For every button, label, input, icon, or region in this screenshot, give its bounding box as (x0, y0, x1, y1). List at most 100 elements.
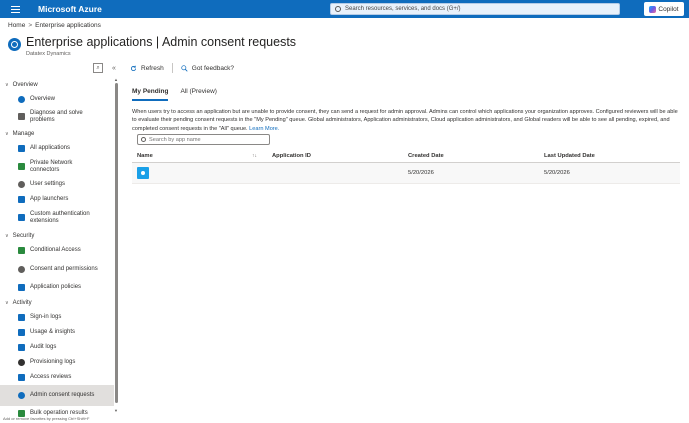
row-name-cell[interactable] (132, 167, 272, 179)
sidebar: ⌕ « ∨ Overview Overview Diagnose and solve … (0, 59, 120, 423)
sidebar-item[interactable]: Provisioning logs (0, 355, 114, 370)
sidebar-item-label: Admin consent requests (30, 392, 95, 398)
chevron-down-icon: ∨ (5, 81, 9, 88)
sidebar-item-label: App launchers (30, 196, 69, 202)
info-description: When users try to access an application … (132, 108, 680, 133)
sidebar-group-label: Security (12, 232, 35, 239)
sidebar-footer-hint: Add or remove favorites by pressing Ctrl… (3, 416, 90, 421)
sidebar-scrollbar[interactable]: ▲ ▼ (114, 77, 119, 415)
sidebar-item[interactable]: Audit logs (0, 340, 114, 355)
sort-icon[interactable]: ↑↓ (252, 153, 257, 159)
sidebar-item[interactable]: Sign-in logs (0, 310, 114, 325)
search-icon (141, 137, 146, 142)
scroll-up-icon[interactable]: ▲ (114, 77, 118, 82)
sidebar-item-label: Application policies (30, 284, 82, 290)
launcher-icon (18, 196, 25, 203)
breadcrumb-home[interactable]: Home (8, 22, 25, 29)
feedback-icon (181, 64, 188, 72)
collapse-sidebar-icon[interactable]: « (112, 65, 116, 72)
info-icon (18, 96, 25, 103)
sidebar-item-label: Diagnose and solve problems (30, 109, 83, 123)
shield-icon (18, 247, 25, 254)
search-icon (335, 6, 341, 12)
sidebar-item[interactable]: Private Network connectors (0, 156, 114, 177)
sidebar-item-label: Sign-in logs (30, 314, 62, 320)
breadcrumb-separator: > (28, 22, 33, 29)
review-icon (18, 374, 25, 381)
sidebar-group[interactable]: ∨ Manage (0, 126, 114, 141)
refresh-button[interactable]: Refresh (130, 65, 164, 72)
learn-more-link[interactable]: Learn More. (249, 126, 279, 132)
signin-icon (18, 314, 25, 321)
hamburger-menu-icon[interactable] (6, 0, 24, 18)
copilot-label: Copilot (658, 5, 679, 13)
sidebar-item[interactable]: User settings (0, 177, 114, 192)
sidebar-item-label: User settings (30, 181, 66, 187)
brand-name[interactable]: Microsoft Azure (38, 4, 102, 14)
page-title: Enterprise applications | Admin consent … (26, 35, 297, 49)
sidebar-item-label: Overview (30, 96, 56, 102)
sidebar-item-label: Custom authentication extensions (30, 210, 90, 224)
sidebar-group[interactable]: ∨ Security (0, 228, 114, 243)
table-row[interactable]: 5/20/2026 5/20/2026 (132, 163, 680, 184)
sidebar-item[interactable]: Overview (0, 92, 114, 107)
tab-my-pending[interactable]: My Pending (132, 88, 169, 101)
chevron-down-icon: ∨ (5, 232, 9, 239)
search-menu-icon[interactable]: ⌕ (93, 63, 103, 73)
sidebar-item[interactable]: Usage & insights (0, 325, 114, 340)
enterprise-app-icon (8, 38, 21, 51)
requests-table: Name ↑↓ Application ID Created Date Last… (132, 150, 680, 184)
top-bar: Microsoft Azure Search resources, servic… (0, 0, 689, 18)
scrollbar-thumb[interactable] (115, 83, 118, 403)
sidebar-item[interactable]: All applications (0, 141, 114, 156)
feedback-button[interactable]: Got feedback? (181, 65, 234, 72)
sidebar-group[interactable]: ∨ Overview (0, 77, 114, 92)
sidebar-item-label: All applications (30, 145, 71, 151)
tenant-name: Datatex Dynamics (26, 51, 71, 57)
sidebar-item[interactable]: App launchers (0, 192, 114, 207)
tab-all-preview[interactable]: All (Preview) (180, 88, 216, 101)
sidebar-group[interactable]: ∨ Activity (0, 295, 114, 310)
global-search-input[interactable]: Search resources, services, and docs (G+… (330, 3, 620, 15)
connector-icon (18, 163, 25, 170)
sidebar-item[interactable]: Admin consent requests (0, 385, 114, 406)
gear-icon (18, 181, 25, 188)
extension-icon (18, 214, 25, 221)
scroll-down-icon[interactable]: ▼ (114, 408, 118, 413)
sidebar-item-label: Conditional Access (30, 247, 81, 253)
enterprise-app-icon (18, 392, 25, 399)
breadcrumb: Home > Enterprise applications (8, 22, 101, 29)
toolbar-divider (171, 63, 173, 73)
sidebar-group-label: Activity (12, 299, 32, 306)
toolbar: Refresh Got feedback? (130, 63, 234, 73)
column-header-app-id: Application ID (272, 153, 311, 159)
column-name-label: Name (137, 153, 153, 159)
sidebar-item[interactable]: Consent and permissions (0, 258, 114, 280)
audit-icon (18, 344, 25, 351)
sidebar-item-label: Consent and permissions (30, 265, 98, 272)
tab-list: My Pending All (Preview) (132, 88, 217, 101)
sidebar-group-label: Overview (12, 81, 38, 88)
feedback-label: Got feedback? (191, 64, 235, 72)
app-search-field[interactable] (137, 134, 270, 145)
breadcrumb-current[interactable]: Enterprise applications (35, 22, 101, 29)
sidebar-item-label: Private Network connectors (30, 159, 73, 173)
info-text: When users try to access an application … (132, 109, 678, 132)
app-search-input[interactable] (149, 136, 259, 143)
sidebar-item[interactable]: Diagnose and solve problems (0, 107, 114, 126)
column-header-name[interactable]: Name ↑↓ (132, 153, 272, 159)
sidebar-item[interactable]: Application policies (0, 280, 114, 295)
copilot-button[interactable]: Copilot (644, 2, 684, 16)
sidebar-item-label: Access reviews (30, 374, 72, 380)
sidebar-item-label: Audit logs (30, 344, 57, 350)
sidebar-item[interactable]: Conditional Access (0, 243, 114, 258)
sidebar-item[interactable]: Access reviews (0, 370, 114, 385)
gear-icon (18, 265, 25, 273)
sidebar-item[interactable]: Custom authentication extensions (0, 207, 114, 228)
copilot-icon (649, 5, 657, 13)
chevron-down-icon: ∨ (5, 130, 9, 137)
sidebar-group-label: Manage (12, 130, 35, 137)
more-options-icon[interactable]: ··· (274, 37, 282, 46)
column-header-updated: Last Updated Date (544, 153, 595, 159)
sidebar-menu: ∨ Overview Overview Diagnose and solve prob… (0, 77, 114, 421)
